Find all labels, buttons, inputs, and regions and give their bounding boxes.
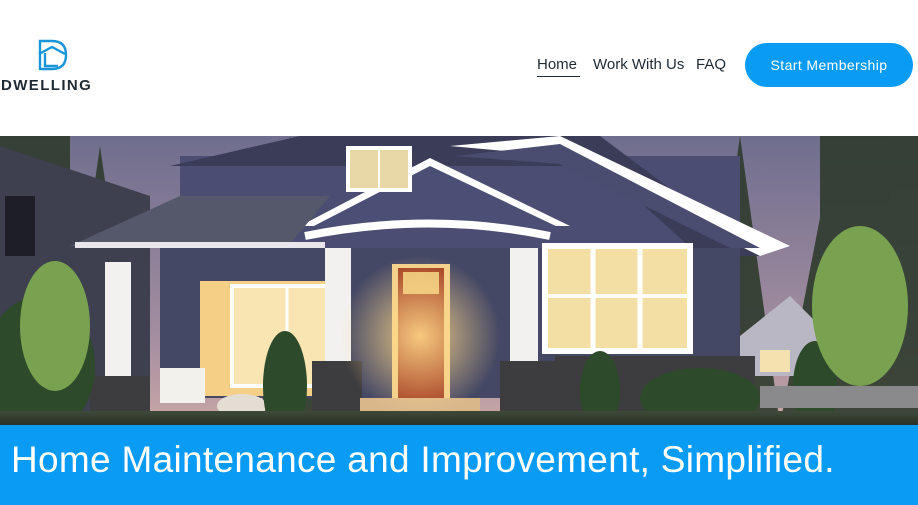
- headline-banner: Home Maintenance and Improvement, Simpli…: [0, 425, 918, 505]
- active-nav-underline: [537, 76, 580, 77]
- nav-work-with-us[interactable]: Work With Us: [593, 56, 684, 73]
- nav-faq[interactable]: FAQ: [696, 56, 726, 73]
- brand-logo[interactable]: DWELLING: [0, 36, 110, 96]
- brand-wordmark: DWELLING: [1, 77, 93, 94]
- hero-headline: Home Maintenance and Improvement, Simpli…: [11, 439, 835, 480]
- site-header: DWELLING Home Work With Us FAQ Start Mem…: [0, 0, 918, 136]
- house-exterior-photo: [0, 136, 918, 425]
- house-d-icon: [38, 39, 68, 71]
- nav-home[interactable]: Home: [537, 56, 577, 73]
- hero-house-image: [0, 136, 918, 425]
- start-membership-button[interactable]: Start Membership: [745, 43, 913, 87]
